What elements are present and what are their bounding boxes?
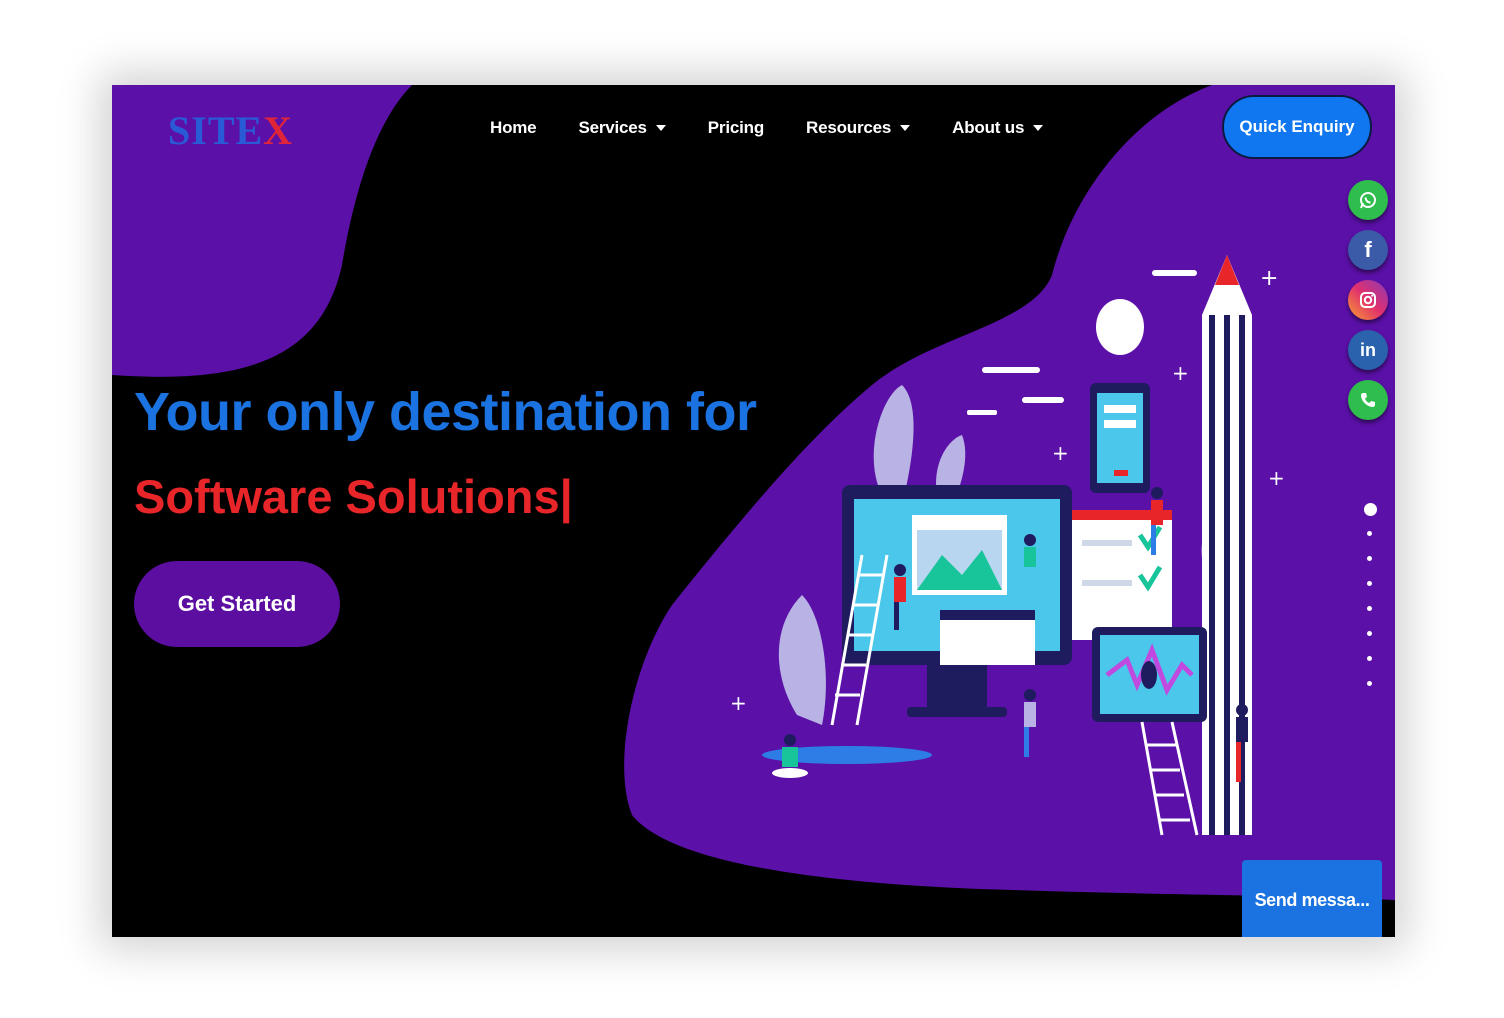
svg-text:+: +	[1260, 266, 1278, 291]
slider-dot[interactable]	[1366, 581, 1372, 586]
hero-headline: Your only destination for	[134, 382, 757, 442]
instagram-button[interactable]	[1348, 280, 1388, 320]
whatsapp-button[interactable]	[1348, 180, 1388, 220]
caret-down-icon	[655, 125, 666, 131]
slider-dot[interactable]	[1366, 606, 1372, 611]
nav-services-label: Services	[578, 118, 647, 137]
nav-pricing-label: Pricing	[707, 118, 765, 137]
nav-about-us[interactable]: About us	[952, 118, 1044, 138]
nav-services[interactable]: Services	[578, 118, 666, 138]
hero-illustration: + + + + +	[730, 255, 1285, 836]
instagram-icon	[1360, 292, 1376, 308]
logo-accent: X	[263, 108, 294, 153]
quick-enquiry-button[interactable]: Quick Enquiry	[1222, 95, 1372, 159]
svg-text:+: +	[1052, 441, 1069, 465]
hero-subheadline: Software Solutions|	[134, 470, 573, 523]
slider-dot[interactable]	[1366, 556, 1372, 561]
main-navigation: Home Services Pricing Resources About us	[490, 118, 1085, 138]
svg-text:+: +	[1172, 361, 1189, 385]
facebook-button[interactable]: f	[1348, 230, 1388, 270]
phone-button[interactable]	[1348, 380, 1388, 420]
caret-down-icon	[900, 125, 911, 131]
svg-text:+: +	[730, 691, 747, 715]
whatsapp-icon	[1360, 192, 1376, 209]
slider-dot[interactable]	[1366, 531, 1372, 536]
phone-icon	[1361, 393, 1375, 407]
nav-home[interactable]: Home	[490, 118, 537, 138]
website-frame: SITEX Home Services Pricing Resources Ab…	[112, 85, 1395, 937]
slider-dot-active[interactable]	[1364, 503, 1377, 516]
nav-resources-label: Resources	[806, 118, 892, 137]
nav-about-us-label: About us	[952, 118, 1025, 137]
slider-dot[interactable]	[1366, 656, 1372, 661]
slider-dot[interactable]	[1366, 631, 1372, 636]
nav-resources[interactable]: Resources	[806, 118, 911, 138]
site-logo[interactable]: SITEX	[168, 107, 293, 154]
send-message-chat-button[interactable]: Send messa...	[1242, 860, 1382, 937]
nav-pricing[interactable]: Pricing	[708, 118, 764, 138]
facebook-icon: f	[1364, 237, 1372, 262]
slider-dot[interactable]	[1366, 681, 1372, 686]
svg-text:+: +	[1268, 466, 1285, 490]
nav-home-label: Home	[490, 118, 537, 137]
get-started-button[interactable]: Get Started	[134, 561, 340, 647]
linkedin-button[interactable]: in	[1348, 330, 1388, 370]
slider-pagination	[1364, 503, 1377, 706]
logo-text: SITE	[168, 108, 264, 153]
caret-down-icon	[1033, 125, 1044, 131]
linkedin-icon: in	[1360, 339, 1376, 360]
